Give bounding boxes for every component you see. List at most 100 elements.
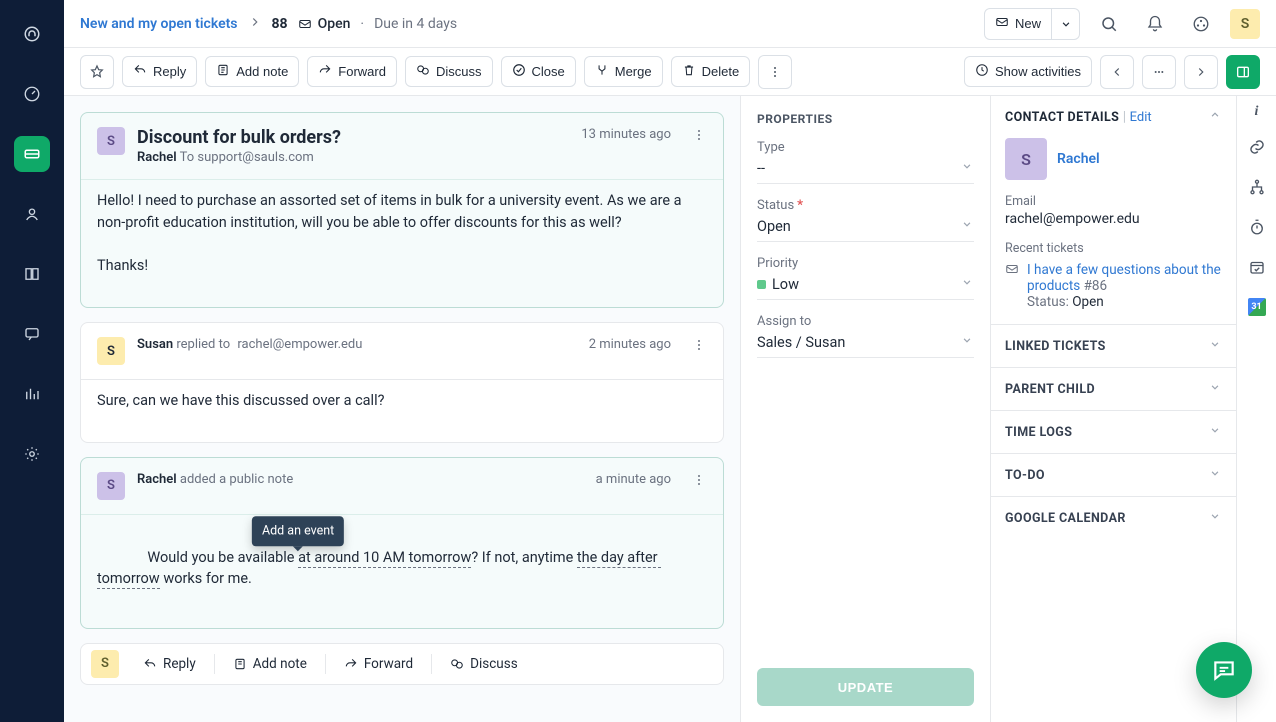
nav-contacts-icon[interactable] <box>14 196 50 232</box>
contact-card: S Rachel <box>1005 138 1222 180</box>
action-toolbar: Reply Add note Forward Discuss Close Mer… <box>64 48 1276 96</box>
more-actions-button[interactable] <box>758 55 792 89</box>
replybar-reply[interactable]: Reply <box>131 650 208 678</box>
nav-chat-icon[interactable] <box>14 316 50 352</box>
hierarchy-icon[interactable] <box>1248 178 1266 200</box>
type-select[interactable]: -- <box>757 157 974 184</box>
notifications-button[interactable] <box>1138 7 1172 41</box>
breadcrumb-link[interactable]: New and my open tickets <box>80 16 238 32</box>
merge-button[interactable]: Merge <box>584 56 663 87</box>
status-select[interactable]: Open <box>757 215 974 242</box>
contact-name-link[interactable]: Rachel <box>1057 151 1100 167</box>
replybar-forward[interactable]: Forward <box>332 650 425 678</box>
new-button[interactable]: New <box>984 8 1052 40</box>
reply-icon <box>133 63 147 80</box>
section-todo[interactable]: TO-DO <box>991 453 1236 496</box>
datetime-suggestion[interactable]: at around 10 AM tomorrow <box>298 549 471 568</box>
panel-title: CONTACT DETAILS <box>1005 110 1119 125</box>
nav-logo-icon[interactable] <box>14 16 50 52</box>
note-body: Would you be available Add an eventat ar… <box>97 525 707 612</box>
field-priority: Priority Low <box>757 256 974 300</box>
chevron-up-icon[interactable] <box>1208 108 1222 126</box>
nav-settings-icon[interactable] <box>14 436 50 472</box>
mail-icon <box>298 17 312 31</box>
due-text: Due in 4 days <box>374 16 457 32</box>
apps-button[interactable] <box>1184 7 1218 41</box>
next-ticket-button[interactable] <box>1184 55 1218 89</box>
breadcrumb: New and my open tickets 88 Open · Due in… <box>80 15 457 33</box>
priority-dot-icon <box>757 280 766 289</box>
star-button[interactable] <box>80 55 114 89</box>
top-header: New and my open tickets 88 Open · Due in… <box>64 0 1276 48</box>
forward-icon <box>318 63 332 80</box>
show-activities-button[interactable]: Show activities <box>964 56 1092 87</box>
contact-avatar: S <box>1005 138 1047 180</box>
message-menu[interactable] <box>691 127 707 147</box>
sender-name[interactable]: Rachel <box>137 150 177 165</box>
note-card: S Rachel added a public note a minute ag… <box>80 457 724 629</box>
info-icon[interactable]: i <box>1255 104 1259 120</box>
reply-button[interactable]: Reply <box>122 56 197 87</box>
status-chip: Open <box>298 16 351 32</box>
nav-dashboard-icon[interactable] <box>14 76 50 112</box>
contact-email: rachel@empower.edu <box>1005 211 1222 227</box>
priority-select[interactable]: Low <box>757 273 974 300</box>
replybar-add-note[interactable]: Add note <box>221 650 319 678</box>
chevron-down-icon <box>960 333 974 351</box>
recent-ticket-link[interactable]: I have a few questions about the product… <box>1027 262 1221 294</box>
left-nav-rail <box>0 0 64 722</box>
add-event-tooltip: Add an event <box>252 516 344 547</box>
section-parent-child[interactable]: PARENT CHILD <box>991 367 1236 410</box>
replybar-discuss[interactable]: Discuss <box>438 650 530 678</box>
chevron-down-icon <box>1208 423 1222 441</box>
google-calendar-icon[interactable]: 31 <box>1248 298 1266 316</box>
contact-panel: CONTACT DETAILS | Edit S Rachel Email ra… <box>990 96 1236 722</box>
toggle-sidebar-button[interactable] <box>1226 55 1260 89</box>
forward-button[interactable]: Forward <box>307 56 397 87</box>
prev-ticket-button[interactable] <box>1100 55 1134 89</box>
nav-kb-icon[interactable] <box>14 256 50 292</box>
search-button[interactable] <box>1092 7 1126 41</box>
stopwatch-icon[interactable] <box>1248 218 1266 240</box>
message-card: S Discount for bulk orders? Rachel To su… <box>80 112 724 308</box>
close-button[interactable]: Close <box>501 56 576 87</box>
ticket-pager-more[interactable] <box>1142 55 1176 89</box>
section-google-calendar[interactable]: GOOGLE CALENDAR <box>991 496 1236 539</box>
message-header-sub: Rachel added a public note <box>137 472 584 487</box>
recipient-addr: support@sauls.com <box>197 150 313 165</box>
chevron-right-icon <box>248 15 262 33</box>
add-note-button[interactable]: Add note <box>205 56 299 87</box>
discuss-button[interactable]: Discuss <box>405 56 493 87</box>
delete-button[interactable]: Delete <box>671 56 751 87</box>
edit-contact-link[interactable]: Edit <box>1130 110 1152 125</box>
field-assign: Assign to Sales / Susan <box>757 314 974 358</box>
chevron-down-icon <box>1208 509 1222 527</box>
avatar: S <box>97 337 125 365</box>
chat-fab[interactable] <box>1196 642 1252 698</box>
link-icon[interactable] <box>1248 138 1266 160</box>
nav-reports-icon[interactable] <box>14 376 50 412</box>
chevron-down-icon <box>1208 337 1222 355</box>
section-time-logs[interactable]: TIME LOGS <box>991 410 1236 453</box>
section-linked-tickets[interactable]: LINKED TICKETS <box>991 324 1236 367</box>
right-tool-rail: i 31 <box>1236 96 1276 722</box>
new-dropdown[interactable] <box>1052 8 1080 40</box>
assign-select[interactable]: Sales / Susan <box>757 331 974 358</box>
update-button[interactable]: UPDATE <box>757 668 974 706</box>
sender-name[interactable]: Rachel <box>137 472 177 487</box>
message-menu[interactable] <box>691 337 707 357</box>
recent-tickets-label: Recent tickets <box>1005 241 1222 256</box>
message-menu[interactable] <box>691 472 707 492</box>
ticket-id: 88 <box>272 16 288 32</box>
message-header-sub: Susan replied to rachel@empower.edu <box>137 337 577 352</box>
calendar-check-icon[interactable] <box>1248 258 1266 280</box>
ticket-subject: Discount for bulk orders? <box>137 127 569 148</box>
trash-icon <box>682 63 696 80</box>
merge-icon <box>595 63 609 80</box>
recent-ticket-row: I have a few questions about the product… <box>1005 262 1222 310</box>
message-time: a minute ago <box>596 472 671 487</box>
nav-tickets-icon[interactable] <box>14 136 50 172</box>
sender-name[interactable]: Susan <box>137 337 173 352</box>
user-avatar[interactable]: S <box>1230 9 1260 39</box>
recipient-addr: rachel@empower.edu <box>237 337 362 352</box>
